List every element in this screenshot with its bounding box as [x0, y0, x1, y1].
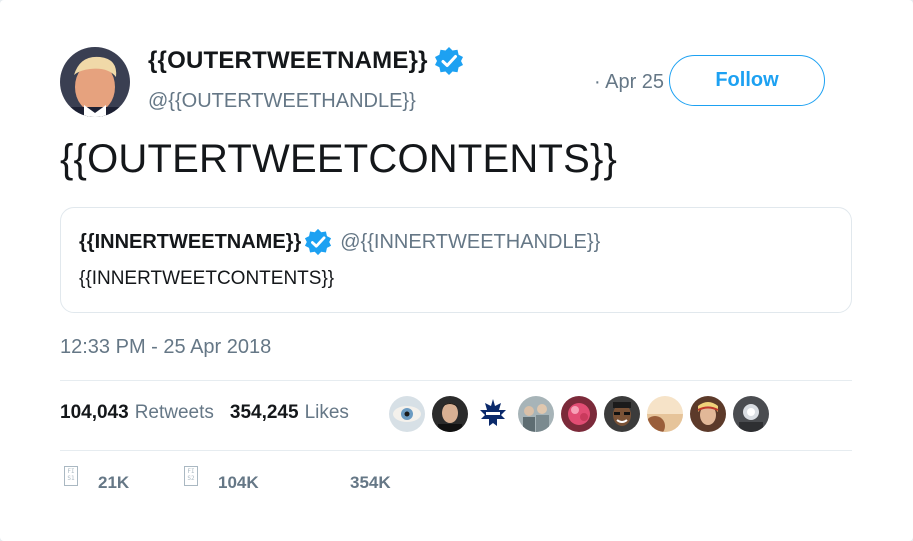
author-name[interactable]: {{OUTERTWEETNAME}}	[148, 47, 428, 75]
liker-avatar-9[interactable]	[733, 396, 769, 432]
quoted-tweet[interactable]: {{INNERTWEETNAME}} @{{INNERTWEETHANDLE}}…	[60, 207, 852, 313]
reply-count: 21K	[98, 473, 130, 492]
quoted-tweet-header: {{INNERTWEETNAME}} @{{INNERTWEETHANDLE}}	[79, 228, 600, 256]
retweets-label[interactable]: Retweets	[135, 402, 214, 424]
liker-avatar-1[interactable]	[389, 396, 425, 432]
liker-avatar-8[interactable]	[690, 396, 726, 432]
retweet-button[interactable]: FI S2 104K	[184, 466, 259, 492]
reply-button[interactable]: FI S1 21K	[64, 466, 129, 492]
reply-icon: FI S1	[64, 466, 78, 486]
tweet-date[interactable]: · Apr 25	[594, 71, 664, 94]
engagement-stats: 104,043 Retweets 354,245 Likes	[60, 402, 365, 424]
likes-count[interactable]: 354,245	[230, 402, 299, 424]
liker-avatar-3[interactable]	[475, 396, 511, 432]
liker-avatar-2[interactable]	[432, 396, 468, 432]
retweets-count[interactable]: 104,043	[60, 402, 129, 424]
author-avatar[interactable]	[60, 47, 130, 117]
like-icon	[316, 466, 330, 486]
tweet-card: {{OUTERTWEETNAME}} @{{OUTERTWEETHANDLE}}…	[0, 0, 913, 541]
tweet-text: {{OUTERTWEETCONTENTS}}	[60, 137, 618, 181]
quoted-author-handle: @{{INNERTWEETHANDLE}}	[340, 230, 601, 253]
quoted-author-name: {{INNERTWEETNAME}}	[79, 230, 302, 253]
author-handle[interactable]: @{{OUTERTWEETHANDLE}}	[148, 90, 416, 113]
like-count: 354K	[350, 473, 391, 492]
tweet-timestamp[interactable]: 12:33 PM - 25 Apr 2018	[60, 336, 271, 359]
divider	[60, 380, 852, 381]
divider	[60, 450, 852, 451]
retweet-icon: FI S2	[184, 466, 198, 486]
likes-label[interactable]: Likes	[305, 402, 349, 424]
like-button[interactable]: 354K	[316, 466, 391, 492]
verified-badge-icon	[434, 46, 464, 76]
liker-avatar-5[interactable]	[561, 396, 597, 432]
quoted-tweet-text: {{INNERTWEETCONTENTS}}	[79, 268, 335, 289]
author-name-row: {{OUTERTWEETNAME}}	[148, 46, 464, 76]
retweet-count: 104K	[218, 473, 259, 492]
follow-button[interactable]: Follow	[669, 55, 825, 106]
verified-badge-icon	[304, 228, 332, 256]
liker-avatar-7[interactable]	[647, 396, 683, 432]
liker-avatars	[389, 396, 776, 432]
liker-avatar-4[interactable]	[518, 396, 554, 432]
liker-avatar-6[interactable]	[604, 396, 640, 432]
